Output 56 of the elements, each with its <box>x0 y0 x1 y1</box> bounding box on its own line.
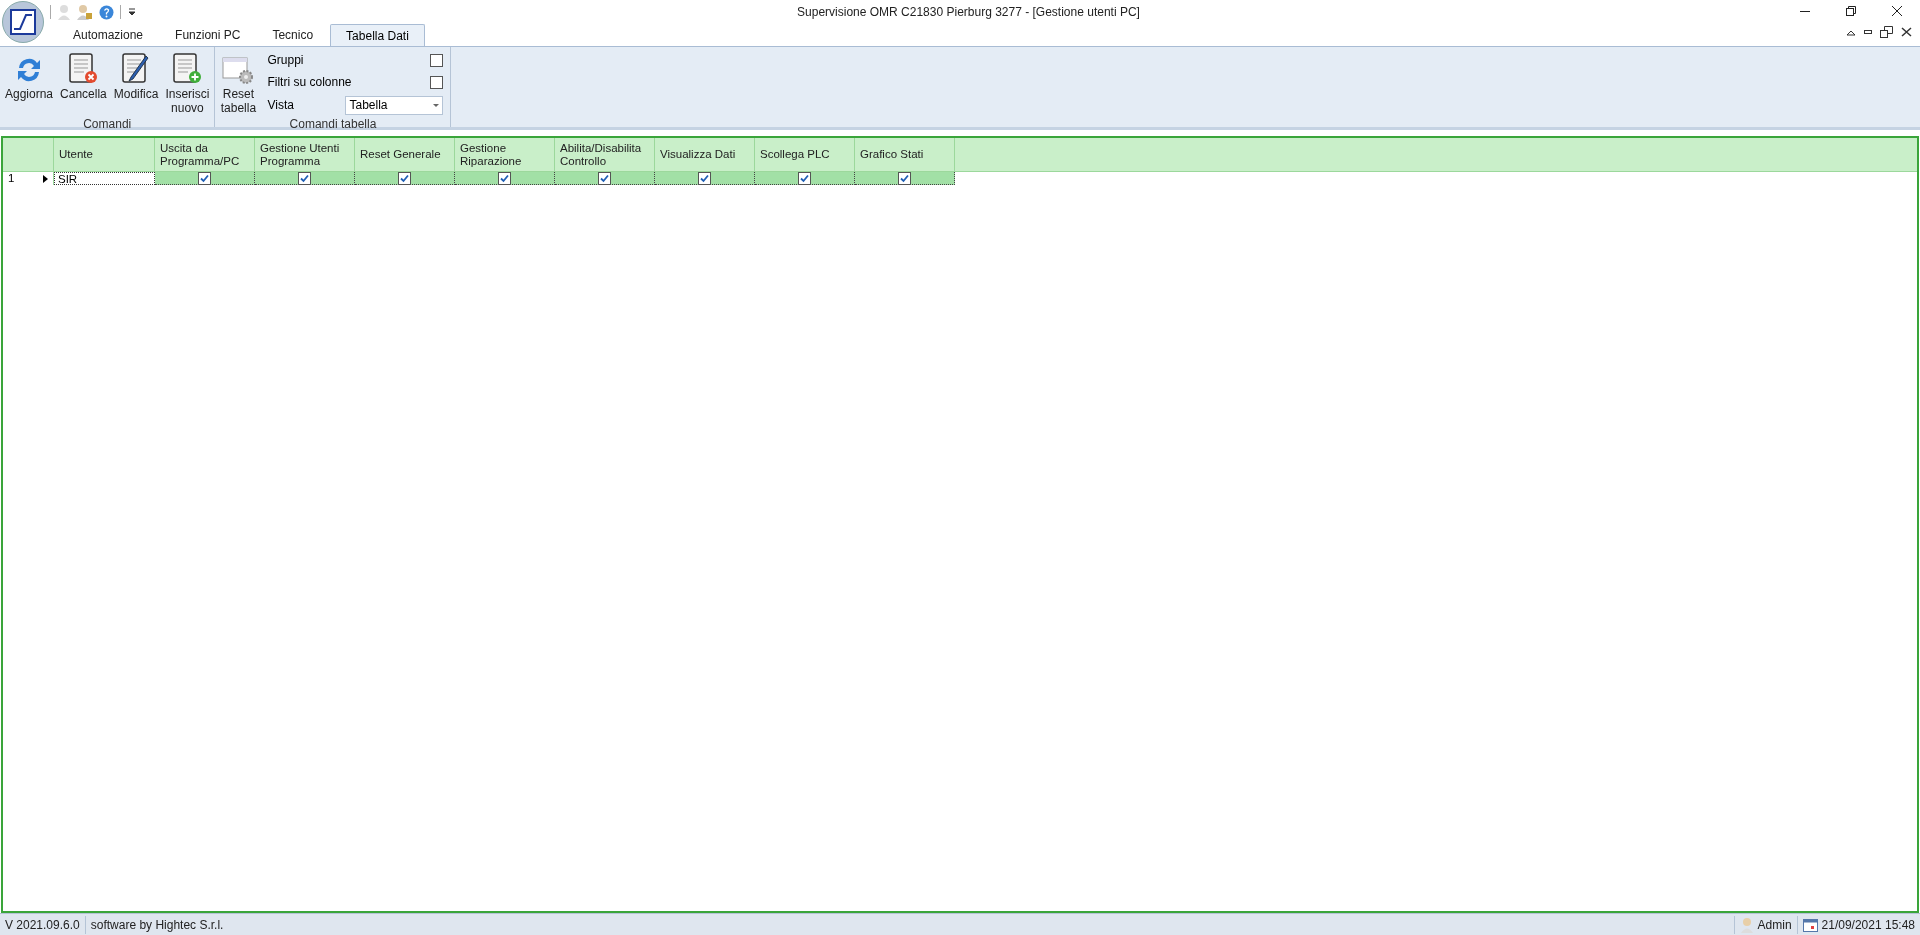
column-header[interactable]: Scollega PLC <box>755 138 855 171</box>
user-icon <box>1739 916 1754 933</box>
window-gear-icon <box>222 55 255 85</box>
version-text: V 2021.09.6.0 <box>0 915 86 934</box>
column-header[interactable]: Reset Generale <box>355 138 455 171</box>
column-header[interactable]: Grafico Stati <box>855 138 955 171</box>
ribbon-tab[interactable]: Automazione <box>58 24 159 46</box>
restore-icon[interactable] <box>1880 26 1893 38</box>
minimize-icon[interactable] <box>1864 30 1872 34</box>
column-header[interactable]: Gestione Riparazione <box>455 138 555 171</box>
option-label: Gruppi <box>267 52 304 69</box>
group-title: Comandi <box>82 116 133 133</box>
ribbon-tab[interactable]: Tabella Dati <box>330 24 425 46</box>
permission-checkbox[interactable] <box>498 171 511 185</box>
ribbon-tab[interactable]: Tecnico <box>257 24 329 46</box>
column-header[interactable]: Uscita da Programma/PC <box>155 138 255 171</box>
option-label: Filtri su colonne <box>267 74 352 91</box>
customize-dropdown-icon[interactable] <box>127 8 137 16</box>
view-label: Vista <box>267 97 294 114</box>
document-delete-icon <box>68 53 99 85</box>
ribbon-button[interactable]: Aggiorna <box>3 51 56 115</box>
permission-checkbox[interactable] <box>598 171 611 185</box>
column-header[interactable]: Abilita/Disabilita Controllo <box>555 138 655 171</box>
permission-checkbox[interactable] <box>798 171 811 185</box>
ribbon-button[interactable]: Cancella <box>58 51 109 115</box>
ribbon-tab[interactable]: Funzioni PC <box>160 24 256 46</box>
minimize-icon <box>1800 10 1810 12</box>
column-header[interactable]: Visualizza Dati <box>655 138 755 171</box>
user-text: Admin <box>1757 916 1792 934</box>
ribbon-button[interactable]: Modifica <box>111 51 161 115</box>
permission-checkbox[interactable] <box>198 171 211 185</box>
group-title: Comandi tabella <box>288 116 378 133</box>
window-title: Supervisione OMR C21830 Pierburg 3277 - [Gestione utenti PC] <box>796 4 1141 21</box>
app-logo[interactable] <box>2 1 44 43</box>
view-dropdown[interactable]: Tabella <box>345 95 444 115</box>
ribbon-button[interactable]: Reset tabella <box>218 51 259 115</box>
caret-icon <box>433 103 440 107</box>
datetime-text: 21/09/2021 15:48 <box>1821 916 1915 934</box>
help-icon[interactable] <box>99 4 114 20</box>
close-icon[interactable] <box>1901 27 1912 37</box>
close-icon <box>1892 6 1902 16</box>
table-cell[interactable]: SIR <box>54 172 155 185</box>
permission-checkbox[interactable] <box>398 171 411 185</box>
document-add-icon <box>172 53 203 85</box>
column-header[interactable]: Gestione Utenti Programma <box>255 138 355 171</box>
ribbon-button[interactable]: Inserisci nuovo <box>163 51 212 115</box>
credits-text: software by Hightec S.r.l. <box>89 916 225 934</box>
permission-checkbox[interactable] <box>898 171 911 185</box>
calendar-icon <box>1802 917 1818 932</box>
permission-checkbox[interactable] <box>298 171 311 185</box>
option-checkbox[interactable] <box>430 53 444 67</box>
option-checkbox[interactable] <box>430 75 444 89</box>
restore-icon <box>1846 6 1856 16</box>
collapse-ribbon-icon[interactable] <box>1846 28 1856 36</box>
permission-checkbox[interactable] <box>698 171 711 185</box>
column-header[interactable]: Utente <box>54 138 155 171</box>
